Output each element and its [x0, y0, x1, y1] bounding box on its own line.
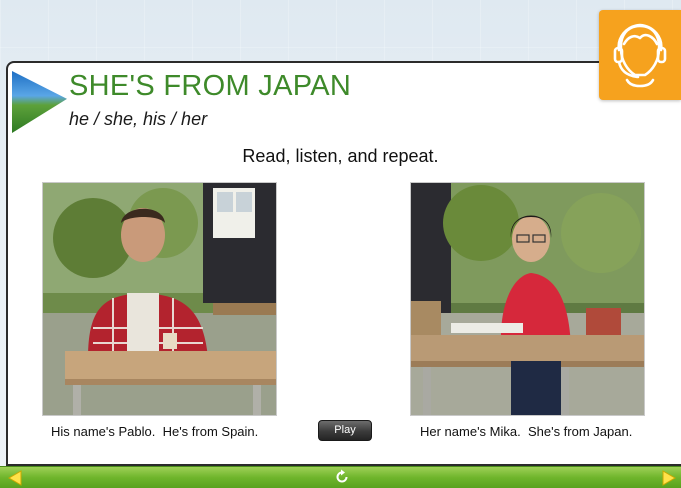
replay-icon[interactable] [334, 469, 350, 485]
pablo-photo [42, 182, 277, 416]
mika-caption: Her name's Mika. She's from Japan. [420, 424, 633, 439]
instruction-text: Read, listen, and repeat. [242, 146, 439, 166]
background-texture [0, 0, 681, 70]
assistant-button[interactable] [599, 10, 681, 100]
triangle-right-icon[interactable] [662, 470, 676, 486]
headset-person-icon [613, 23, 667, 88]
lesson-title: SHE'S FROM JAPAN [69, 70, 352, 102]
pablo-caption: His name's Pablo. He's from Spain. [51, 424, 259, 439]
lesson-subtitle: he / she, his / her [69, 109, 208, 129]
navigation-bar [0, 466, 681, 488]
mika-photo [410, 182, 645, 416]
triangle-left-icon[interactable] [8, 470, 22, 486]
play-button[interactable]: Play [318, 420, 372, 441]
